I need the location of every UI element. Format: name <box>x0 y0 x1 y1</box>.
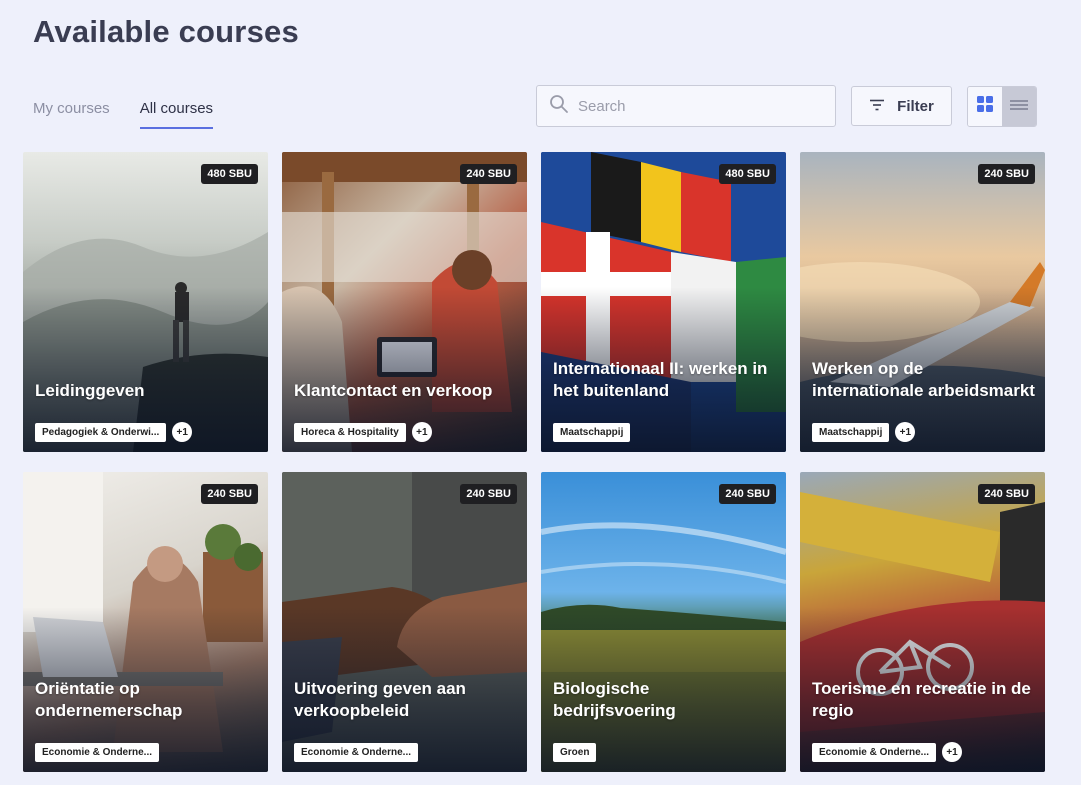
filter-icon <box>869 98 885 115</box>
course-card[interactable]: 240 SBU Werken op de internationale arbe… <box>800 152 1045 452</box>
sbu-badge: 240 SBU <box>460 484 517 504</box>
course-tabs: My courses All courses <box>33 100 214 129</box>
course-title: Werken op de internationale arbeidsmarkt <box>812 359 1035 400</box>
course-title: Uitvoering geven aan verkoopbeleid <box>294 679 466 720</box>
course-card[interactable]: 240 SBU Uitvoering geven aan verkoopbele… <box>282 472 527 772</box>
sbu-badge: 240 SBU <box>201 484 258 504</box>
course-tag: Economie & Onderne... <box>294 743 419 762</box>
course-card[interactable]: 480 SBU Leidinggeven Pedagogiek & Onderw… <box>23 152 268 452</box>
course-tag: Maatschappij <box>553 423 631 442</box>
card-overlay <box>282 472 527 772</box>
page-title: Available courses <box>33 14 299 49</box>
course-tag: Economie & Onderne... <box>35 743 160 762</box>
course-tags: Economie & Onderne... <box>294 743 419 762</box>
course-card[interactable]: 240 SBU Oriëntatie op ondernemerschap Ec… <box>23 472 268 772</box>
course-title: Biologische bedrijfsvoering <box>553 679 676 720</box>
course-tag: Pedagogiek & Onderwi... <box>35 422 167 442</box>
more-tags-count: +1 <box>942 742 963 762</box>
card-overlay <box>23 472 268 772</box>
grid-view-button[interactable] <box>968 87 1002 126</box>
filter-button[interactable]: Filter <box>851 86 952 126</box>
course-title: Internationaal II: werken in het buitenl… <box>553 359 768 400</box>
card-overlay <box>541 472 786 772</box>
course-tags: Pedagogiek & Onderwi... +1 <box>35 422 193 442</box>
sbu-badge: 240 SBU <box>719 484 776 504</box>
course-card[interactable]: 480 SBU Internationaal II: werken in het… <box>541 152 786 452</box>
course-tag: Groen <box>553 743 597 762</box>
view-toggle <box>967 86 1037 127</box>
list-view-button[interactable] <box>1002 87 1036 126</box>
course-tags: Maatschappij +1 <box>812 422 916 442</box>
card-overlay <box>23 152 268 452</box>
course-title: Leidinggeven <box>35 381 145 400</box>
course-card[interactable]: 240 SBU Toerisme en recreatie in de regi… <box>800 472 1045 772</box>
card-overlay <box>282 152 527 452</box>
card-overlay <box>800 152 1045 452</box>
sbu-badge: 480 SBU <box>201 164 258 184</box>
course-tag: Horeca & Hospitality <box>294 422 406 442</box>
course-card[interactable]: 240 SBU Klantcontact en verkoop Horeca &… <box>282 152 527 452</box>
tab-all-courses[interactable]: All courses <box>139 100 214 129</box>
course-tags: Horeca & Hospitality +1 <box>294 422 432 442</box>
course-tags: Groen <box>553 743 597 762</box>
course-tags: Economie & Onderne... <box>35 743 160 762</box>
course-tag: Economie & Onderne... <box>812 742 937 762</box>
course-title: Oriëntatie op ondernemerschap <box>35 679 183 720</box>
tab-my-courses[interactable]: My courses <box>33 100 110 129</box>
sbu-badge: 480 SBU <box>719 164 776 184</box>
grid-icon <box>977 96 993 117</box>
sbu-badge: 240 SBU <box>460 164 517 184</box>
search-icon <box>549 94 569 119</box>
course-grid: 480 SBU Leidinggeven Pedagogiek & Onderw… <box>23 152 1045 772</box>
filter-label: Filter <box>897 97 934 115</box>
course-tag: Maatschappij <box>812 422 890 442</box>
card-overlay <box>800 472 1045 772</box>
card-overlay <box>541 152 786 452</box>
search-box[interactable] <box>536 85 836 127</box>
course-title: Toerisme en recreatie in de regio <box>812 679 1031 720</box>
sbu-badge: 240 SBU <box>978 484 1035 504</box>
more-tags-count: +1 <box>172 422 193 442</box>
sbu-badge: 240 SBU <box>978 164 1035 184</box>
list-icon <box>1010 98 1028 116</box>
course-title: Klantcontact en verkoop <box>294 381 493 400</box>
course-tags: Maatschappij <box>553 423 631 442</box>
course-card[interactable]: 240 SBU Biologische bedrijfsvoering Groe… <box>541 472 786 772</box>
more-tags-count: +1 <box>895 422 916 442</box>
course-tags: Economie & Onderne... +1 <box>812 742 963 762</box>
more-tags-count: +1 <box>411 422 432 442</box>
search-input[interactable] <box>578 97 818 115</box>
